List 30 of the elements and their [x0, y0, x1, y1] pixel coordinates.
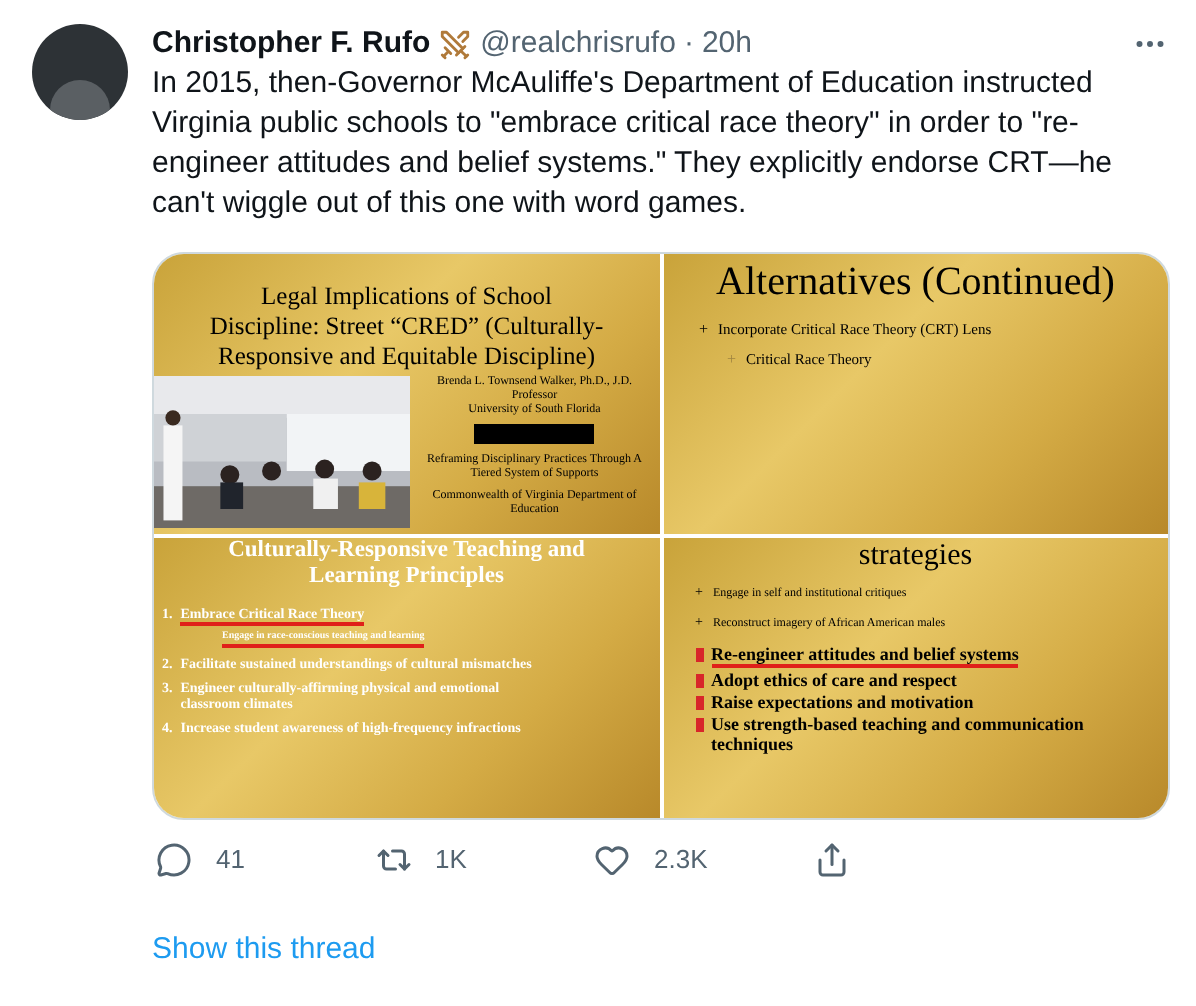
slide-title: Learning Principles	[309, 564, 504, 590]
bullet-square-icon	[695, 696, 703, 710]
timestamp[interactable]: 20h	[701, 21, 752, 67]
slide-title: Culturally-Responsive Teaching and	[228, 538, 585, 564]
slide-text: Re-engineer attitudes and belief systems	[711, 644, 1019, 668]
retweet-button[interactable]: 1K	[375, 840, 594, 879]
slide-text: Adopt ethics of care and respect	[711, 670, 957, 690]
slide-title: Alternatives (Continued)	[716, 258, 1115, 306]
heart-icon	[594, 841, 630, 878]
share-icon	[813, 841, 849, 878]
slide-title: Discipline: Street “CRED” (Culturally-	[209, 312, 604, 342]
bullet-marker: +	[727, 348, 737, 372]
bullet-square-icon	[695, 718, 703, 732]
slide-text: Use strength-based teaching and communication techniques	[711, 714, 1086, 754]
slide-text: Raise expectations and motivation	[711, 692, 974, 712]
separator: ·	[683, 23, 694, 64]
author-handle[interactable]: @realchrisrufo	[480, 21, 676, 67]
reply-button[interactable]: 41	[156, 840, 375, 879]
avatar[interactable]	[32, 24, 128, 120]
bullet-square-icon	[695, 674, 703, 688]
slide-title: Responsive and Equitable Discipline)	[217, 342, 595, 372]
bullet-marker: +	[699, 318, 709, 342]
author-name[interactable]: Christopher F. Rufo	[152, 21, 431, 67]
like-button[interactable]: 2.3K	[594, 840, 813, 879]
tweet-text: In 2015, then-Governor McAuliffe's Department of Education instructed Virginia public schools to "embrace critical race theory" in order to "re-engineer attitudes and belief systems." They explicitly endorse CRT—he can't wiggle out of this one with word games.	[152, 64, 1115, 224]
bullet-square-icon	[695, 648, 703, 662]
crossed-swords-icon	[438, 27, 473, 61]
speech-bubble-icon	[156, 841, 192, 878]
slide-title: strategies	[858, 538, 973, 574]
slide-title: Legal Implications of School	[261, 282, 552, 312]
